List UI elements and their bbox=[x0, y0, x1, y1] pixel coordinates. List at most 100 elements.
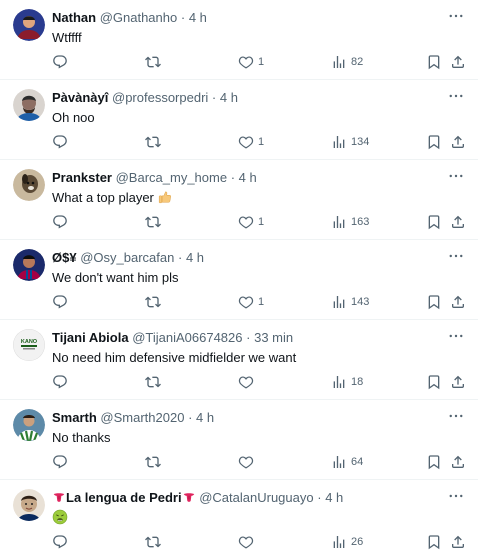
timestamp[interactable]: 4 h bbox=[189, 10, 207, 25]
views-button[interactable]: 64 bbox=[331, 452, 363, 472]
tweet-reply[interactable]: Smarth @Smarth2020 · 4 h No thanks 64 bbox=[0, 400, 478, 480]
bookmark-button[interactable] bbox=[426, 292, 442, 312]
action-bar: 1 134 bbox=[52, 132, 472, 152]
tweet-reply[interactable]: Ø$¥ @Osy_barcafan · 4 h We don't want him… bbox=[0, 240, 478, 320]
author-name[interactable]: Ø$¥ bbox=[52, 250, 77, 265]
repost-button[interactable] bbox=[145, 292, 161, 312]
like-button[interactable] bbox=[238, 372, 258, 392]
bookmark-button[interactable] bbox=[426, 452, 442, 472]
tweet-header: Tijani Abiola @TijaniA06674826 · 33 min bbox=[52, 329, 438, 347]
more-options-icon[interactable] bbox=[446, 407, 466, 425]
like-button[interactable]: 1 bbox=[238, 292, 264, 312]
heart-icon bbox=[238, 294, 254, 310]
repost-button[interactable] bbox=[145, 532, 161, 552]
share-button[interactable] bbox=[450, 452, 466, 472]
repost-button[interactable] bbox=[145, 212, 161, 232]
reply-button[interactable] bbox=[52, 212, 68, 232]
author-handle[interactable]: @TijaniA06674826 bbox=[132, 330, 242, 345]
timestamp[interactable]: 4 h bbox=[196, 410, 214, 425]
author-handle[interactable]: @Osy_barcafan bbox=[80, 250, 174, 265]
avatar[interactable] bbox=[13, 249, 45, 281]
like-button[interactable]: 1 bbox=[238, 212, 264, 232]
nauseated-face-emoji bbox=[52, 509, 68, 530]
like-button[interactable]: 1 bbox=[238, 132, 264, 152]
reply-button[interactable] bbox=[52, 532, 68, 552]
author-name[interactable]: La lengua de Pedri bbox=[66, 490, 182, 505]
author-name[interactable]: Prankster bbox=[52, 170, 112, 185]
repost-button[interactable] bbox=[145, 52, 161, 72]
author-name[interactable]: Tijani Abiola bbox=[52, 330, 129, 345]
tweet-reply[interactable]: Nathan @Gnathanho · 4 h Wtffff 1 82 bbox=[0, 0, 478, 80]
more-options-icon[interactable] bbox=[446, 327, 466, 345]
more-options-icon[interactable] bbox=[446, 87, 466, 105]
like-count: 1 bbox=[258, 216, 265, 228]
author-name[interactable]: Pàvànàyî bbox=[52, 90, 108, 105]
more-options-icon[interactable] bbox=[446, 167, 466, 185]
timestamp[interactable]: 4 h bbox=[325, 490, 343, 505]
repost-button[interactable] bbox=[145, 372, 161, 392]
more-options-icon[interactable] bbox=[446, 487, 466, 505]
author-handle[interactable]: @Barca_my_home bbox=[116, 170, 227, 185]
avatar[interactable]: KANO bbox=[13, 329, 45, 361]
more-options-icon[interactable] bbox=[446, 247, 466, 265]
author-name[interactable]: Smarth bbox=[52, 410, 97, 425]
views-button[interactable]: 82 bbox=[331, 52, 363, 72]
views-button[interactable]: 163 bbox=[331, 212, 369, 232]
author-handle[interactable]: @Smarth2020 bbox=[100, 410, 184, 425]
share-button[interactable] bbox=[450, 212, 466, 232]
bookmark-button[interactable] bbox=[426, 132, 442, 152]
timestamp[interactable]: 4 h bbox=[186, 250, 204, 265]
timestamp[interactable]: 33 min bbox=[254, 330, 293, 345]
tweet-reply[interactable]: La lengua de Pedri @CatalanUruguayo · 4 … bbox=[0, 480, 478, 560]
tweet-header: Nathan @Gnathanho · 4 h bbox=[52, 9, 438, 27]
like-count: 1 bbox=[258, 56, 265, 68]
reply-button[interactable] bbox=[52, 52, 68, 72]
more-options-icon[interactable] bbox=[446, 7, 466, 25]
share-button[interactable] bbox=[450, 532, 466, 552]
timestamp[interactable]: 4 h bbox=[220, 90, 238, 105]
share-icon bbox=[450, 294, 466, 310]
avatar[interactable] bbox=[13, 169, 45, 201]
bookmark-button[interactable] bbox=[426, 212, 442, 232]
author-handle[interactable]: @professorpedri bbox=[112, 90, 208, 105]
avatar[interactable] bbox=[13, 489, 45, 521]
avatar[interactable] bbox=[13, 89, 45, 121]
avatar[interactable] bbox=[13, 9, 45, 41]
author-handle[interactable]: @Gnathanho bbox=[100, 10, 178, 25]
view-count: 64 bbox=[351, 456, 364, 468]
bookmark-button[interactable] bbox=[426, 372, 442, 392]
reply-button[interactable] bbox=[52, 452, 68, 472]
reply-button[interactable] bbox=[52, 292, 68, 312]
repost-button[interactable] bbox=[145, 452, 161, 472]
like-button[interactable] bbox=[238, 452, 258, 472]
reply-button[interactable] bbox=[52, 372, 68, 392]
author-name[interactable]: Nathan bbox=[52, 10, 96, 25]
repost-icon bbox=[145, 294, 161, 310]
reply-button[interactable] bbox=[52, 132, 68, 152]
views-button[interactable]: 143 bbox=[331, 292, 369, 312]
like-button[interactable] bbox=[238, 532, 258, 552]
share-button[interactable] bbox=[450, 52, 466, 72]
bookmark-button[interactable] bbox=[426, 532, 442, 552]
like-button[interactable]: 1 bbox=[238, 52, 264, 72]
views-button[interactable]: 18 bbox=[331, 372, 363, 392]
avatar[interactable] bbox=[13, 409, 45, 441]
heart-icon bbox=[238, 534, 254, 550]
heart-icon bbox=[238, 54, 254, 70]
views-button[interactable]: 26 bbox=[331, 532, 363, 552]
share-button[interactable] bbox=[450, 292, 466, 312]
tongue-emoji bbox=[182, 490, 196, 509]
repost-button[interactable] bbox=[145, 132, 161, 152]
author-handle[interactable]: @CatalanUruguayo bbox=[199, 490, 313, 505]
tweet-reply[interactable]: KANO Tijani Abiola @TijaniA06674826 · 33 … bbox=[0, 320, 478, 400]
tweet-reply[interactable]: Prankster @Barca_my_home · 4 h What a top… bbox=[0, 160, 478, 240]
tweet-text-content: What a top player bbox=[52, 190, 154, 205]
views-button[interactable]: 134 bbox=[331, 132, 369, 152]
bookmark-button[interactable] bbox=[426, 52, 442, 72]
share-button[interactable] bbox=[450, 132, 466, 152]
tweet-text bbox=[52, 509, 466, 530]
share-icon bbox=[450, 454, 466, 470]
tweet-reply[interactable]: Pàvànàyî @professorpedri · 4 h Oh noo 1 134 bbox=[0, 80, 478, 160]
timestamp[interactable]: 4 h bbox=[239, 170, 257, 185]
share-button[interactable] bbox=[450, 372, 466, 392]
